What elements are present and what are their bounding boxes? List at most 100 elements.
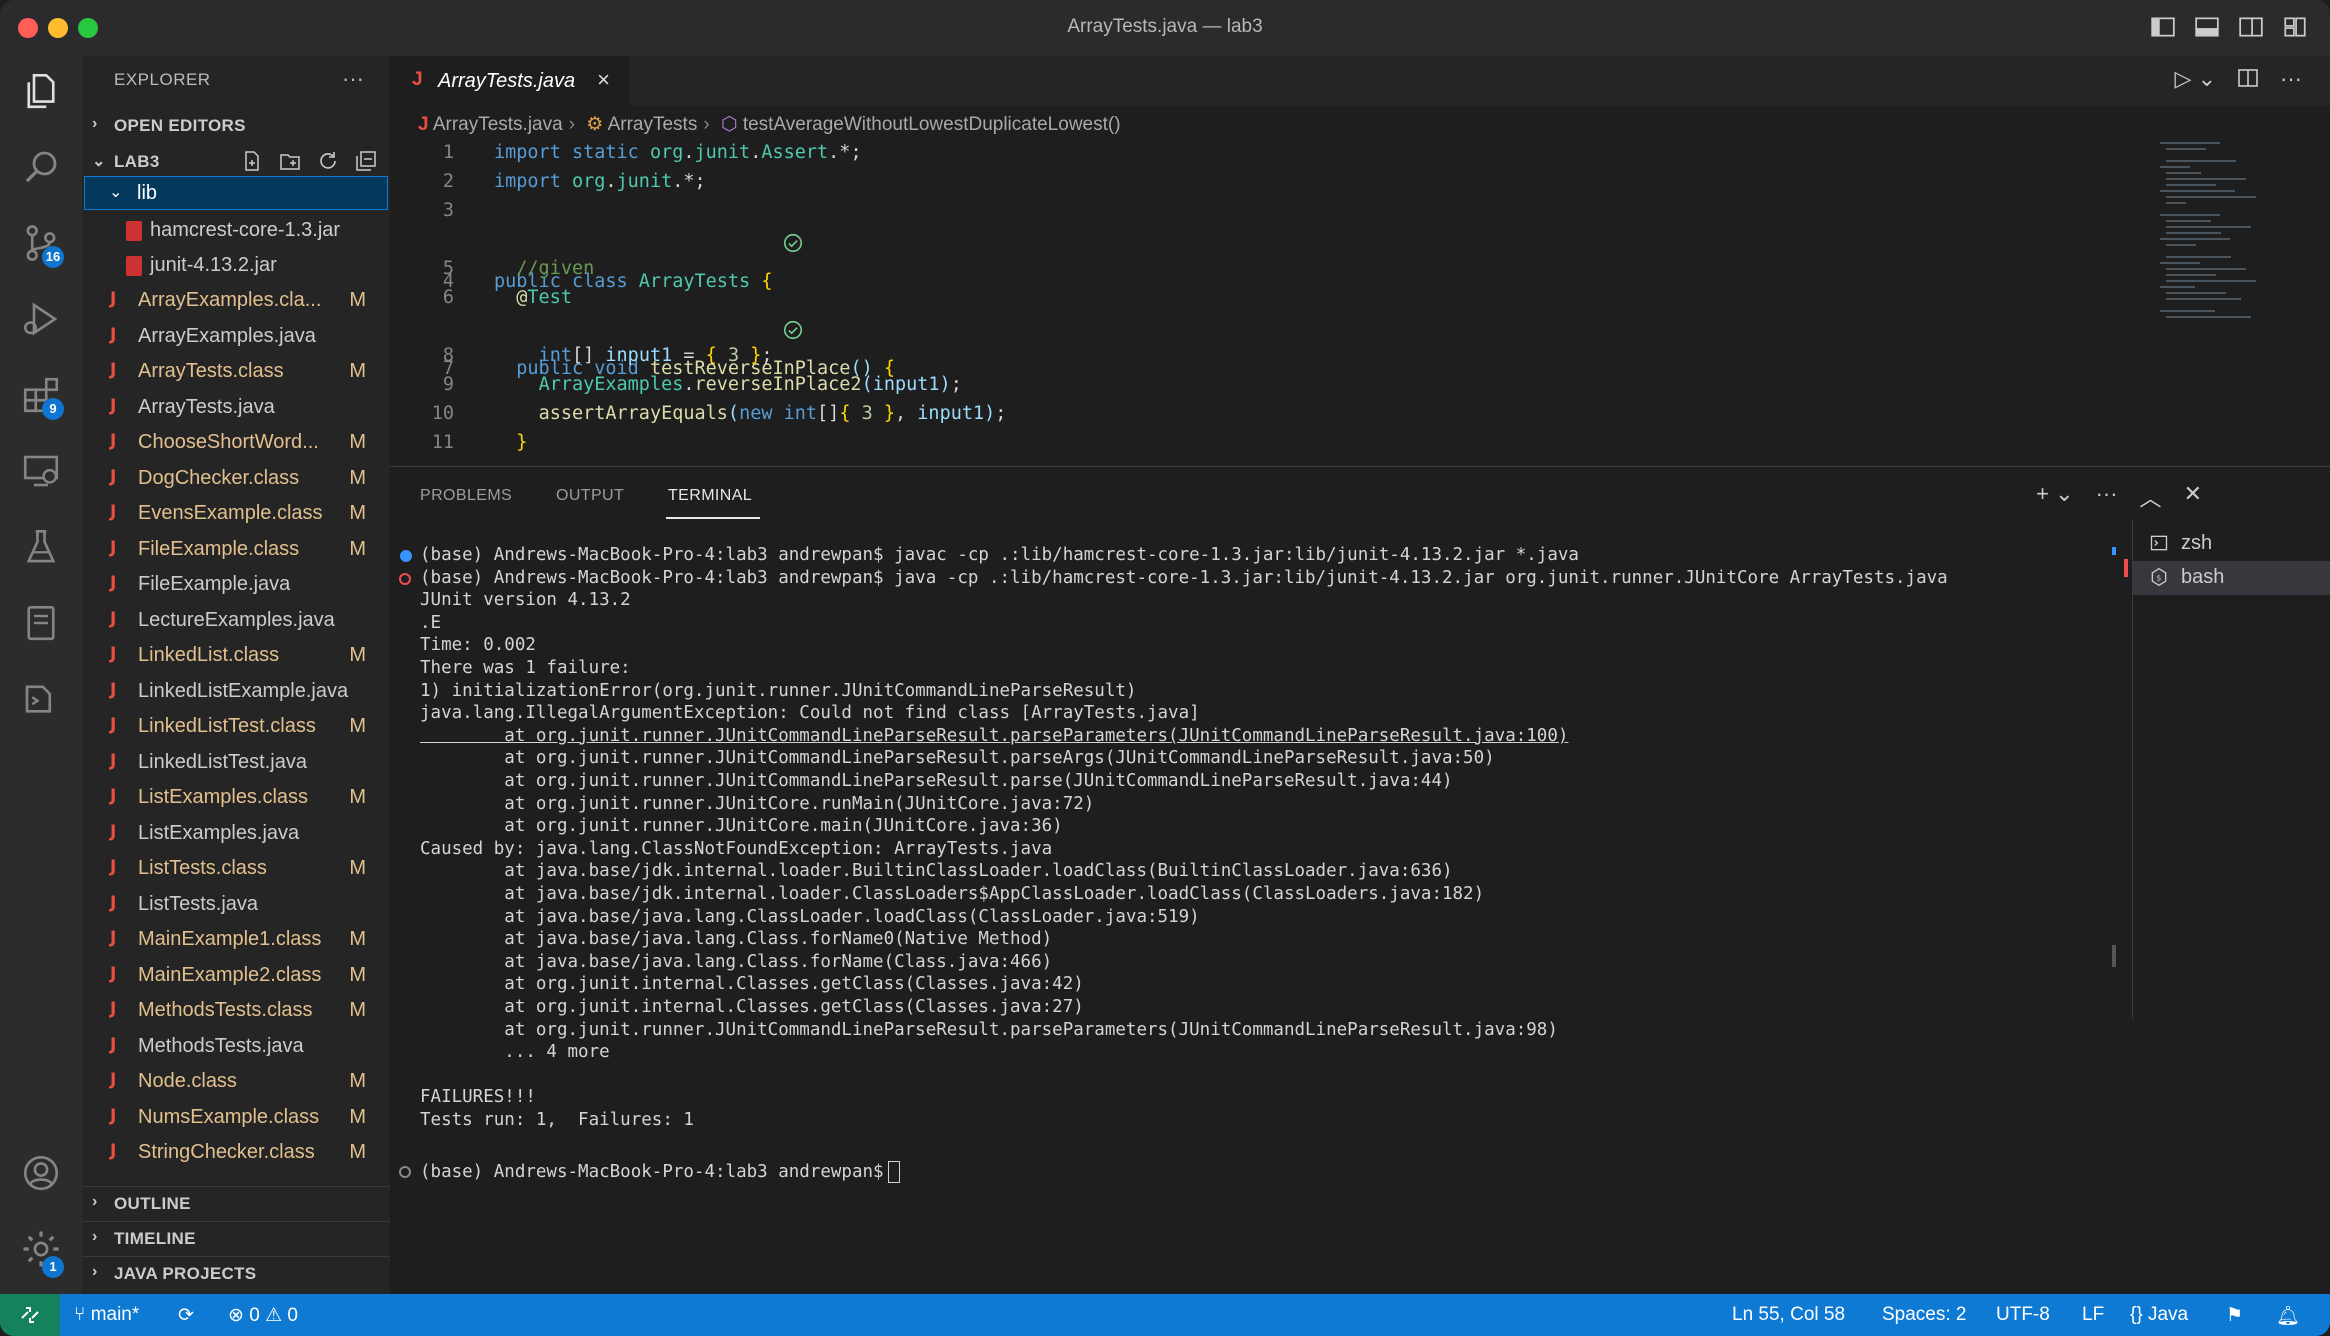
panel-more-actions-icon[interactable]: ··· [2096, 481, 2118, 513]
file-item[interactable]: J ListTests.java [82, 887, 390, 922]
file-item[interactable]: J FileExample.java [82, 567, 390, 602]
remote-explorer-icon[interactable] [20, 450, 62, 492]
tab-problems[interactable]: PROBLEMS [420, 487, 512, 505]
terminal-line: .E [420, 612, 442, 633]
lab3-folder-section[interactable]: ⌄ LAB3 [82, 145, 390, 179]
customize-layout-icon[interactable] [2282, 14, 2308, 40]
file-item[interactable]: J LinkedList.class M [82, 638, 390, 673]
split-editor-icon[interactable] [2236, 66, 2260, 90]
editor-tab-bar: J ArrayTests.java × ▷ ⌄ ··· [390, 56, 2330, 106]
run-debug-icon[interactable] [20, 298, 62, 340]
notifications-bell-icon[interactable]: 🔔︎ [2276, 1304, 2300, 1328]
editor-more-actions-icon[interactable]: ··· [2280, 66, 2302, 92]
tab-terminal[interactable]: TERMINAL [668, 487, 752, 505]
file-item[interactable]: J MainExample1.class M [82, 922, 390, 957]
new-folder-icon[interactable] [278, 149, 302, 173]
command-error-icon[interactable] [399, 572, 411, 585]
terminal-scrollbar[interactable] [2112, 945, 2116, 967]
warning-icon: ⚠ [265, 1305, 283, 1326]
file-item[interactable]: J LinkedListTest.class M [82, 709, 390, 744]
close-tab-icon[interactable]: × [597, 67, 610, 93]
java-projects-section[interactable]: › JAVA PROJECTS [82, 1256, 390, 1291]
file-item[interactable]: J ArrayExamples.cla... M [82, 283, 390, 318]
file-name: ArrayExamples.cla... [138, 289, 322, 311]
terminal-line: (base) Andrews-MacBook-Pro-4:lab3 andrew… [420, 545, 1579, 565]
breadcrumb-method[interactable]: testAverageWithoutLowestDuplicateLowest(… [743, 114, 1121, 135]
run-java-icon[interactable]: ▷ ⌄ [2175, 66, 2216, 92]
minimap[interactable] [2160, 142, 2270, 332]
lib-folder[interactable]: ⌄ lib [84, 176, 388, 210]
outline-section[interactable]: › OUTLINE [82, 1186, 390, 1221]
terminal-item-zsh[interactable]: zsh [2133, 527, 2330, 561]
file-item[interactable]: J LinkedListTest.java [82, 745, 390, 780]
tab-arraytests-java[interactable]: J ArrayTests.java × [390, 56, 630, 106]
terminal-item-bash[interactable]: $ bash [2133, 561, 2330, 595]
file-item[interactable]: J LectureExamples.java [82, 603, 390, 638]
breadcrumb-class[interactable]: ArrayTests [608, 114, 698, 135]
java-file-icon: J [110, 786, 117, 806]
file-item[interactable]: J ArrayTests.java [82, 390, 390, 425]
file-item[interactable]: J ChooseShortWord... M [82, 425, 390, 460]
explorer-more-actions-icon[interactable]: ··· [342, 66, 364, 92]
timeline-section[interactable]: › TIMELINE [82, 1221, 390, 1256]
toggle-secondary-sidebar-icon[interactable] [2238, 14, 2264, 40]
java-file-icon: J [110, 1070, 117, 1090]
command-success-icon[interactable] [400, 550, 412, 562]
toggle-panel-icon[interactable] [2194, 14, 2220, 40]
file-item[interactable]: J MethodsTests.class M [82, 993, 390, 1028]
file-item[interactable]: J MainExample2.class M [82, 958, 390, 993]
notebook-icon[interactable] [20, 602, 62, 644]
terminal-line: java.lang.IllegalArgumentException: Coul… [420, 703, 1200, 724]
sync-icon[interactable]: ⟳ [178, 1304, 194, 1327]
file-item[interactable]: J ArrayExamples.java [82, 319, 390, 354]
file-item[interactable]: J MethodsTests.java [82, 1029, 390, 1064]
file-item[interactable]: J FileExample.class M [82, 532, 390, 567]
code-line: 3 [442, 200, 454, 221]
new-file-icon[interactable] [240, 149, 264, 173]
minimap-line [2160, 142, 2220, 144]
file-item[interactable]: J ListExamples.java [82, 816, 390, 851]
test-passed-icon[interactable] [782, 319, 804, 341]
close-panel-icon[interactable]: ✕ [2184, 481, 2202, 513]
search-icon[interactable] [20, 146, 62, 188]
test-passed-icon[interactable] [782, 232, 804, 254]
remote-indicator[interactable] [0, 1294, 60, 1336]
refresh-icon[interactable] [316, 149, 340, 173]
explorer-files-icon[interactable] [20, 70, 62, 112]
file-item[interactable]: J ArrayTests.class M [82, 354, 390, 389]
end-of-line[interactable]: LF [2082, 1304, 2104, 1326]
language-mode[interactable]: {} Java [2130, 1304, 2188, 1326]
indentation[interactable]: Spaces: 2 [1882, 1304, 1967, 1326]
breadcrumb-file[interactable]: ArrayTests.java [433, 114, 563, 135]
encoding[interactable]: UTF-8 [1996, 1304, 2050, 1326]
feedback-icon[interactable]: ⚑ [2226, 1304, 2243, 1327]
branch-indicator[interactable]: ⑂ main* [74, 1304, 139, 1326]
file-item[interactable]: J ListTests.class M [82, 851, 390, 886]
file-item[interactable]: J DogChecker.class M [82, 461, 390, 496]
extensions-badge: 9 [42, 398, 64, 420]
problems-indicator[interactable]: ⊗ 0 ⚠ 0 [228, 1304, 298, 1327]
java-file-icon: J [110, 928, 117, 948]
file-item[interactable]: J Node.class M [82, 1064, 390, 1099]
file-item[interactable]: J EvensExample.class M [82, 496, 390, 531]
terminal-cursor [887, 1161, 900, 1184]
file-item[interactable]: J NumsExample.class M [82, 1100, 390, 1135]
file-item[interactable]: J ListExamples.class M [82, 780, 390, 815]
terminal-line: (base) Andrews-MacBook-Pro-4:lab3 andrew… [420, 1161, 900, 1184]
accounts-icon[interactable] [20, 1152, 62, 1194]
new-terminal-icon[interactable]: + ⌄ [2036, 481, 2073, 513]
cursor-position[interactable]: Ln 55, Col 58 [1732, 1304, 1845, 1326]
open-editors-section[interactable]: › OPEN EDITORS [82, 109, 390, 143]
git-status-badge: M [349, 999, 366, 1021]
file-item[interactable]: J LinkedListExample.java [82, 674, 390, 709]
toggle-primary-sidebar-icon[interactable] [2150, 14, 2176, 40]
terminal-panel-icon[interactable] [20, 678, 62, 720]
tab-output[interactable]: OUTPUT [556, 487, 624, 505]
file-name: MainExample1.class [138, 928, 322, 950]
file-item-hamcrest-jar[interactable]: hamcrest-core-1.3.jar [82, 213, 390, 248]
collapse-all-icon[interactable] [354, 149, 378, 173]
maximize-panel-icon[interactable]: ︿ [2140, 481, 2162, 513]
testing-flask-icon[interactable] [20, 526, 62, 568]
file-item-junit-jar[interactable]: junit-4.13.2.jar [82, 248, 390, 283]
file-item[interactable]: J StringChecker.class M [82, 1135, 390, 1170]
